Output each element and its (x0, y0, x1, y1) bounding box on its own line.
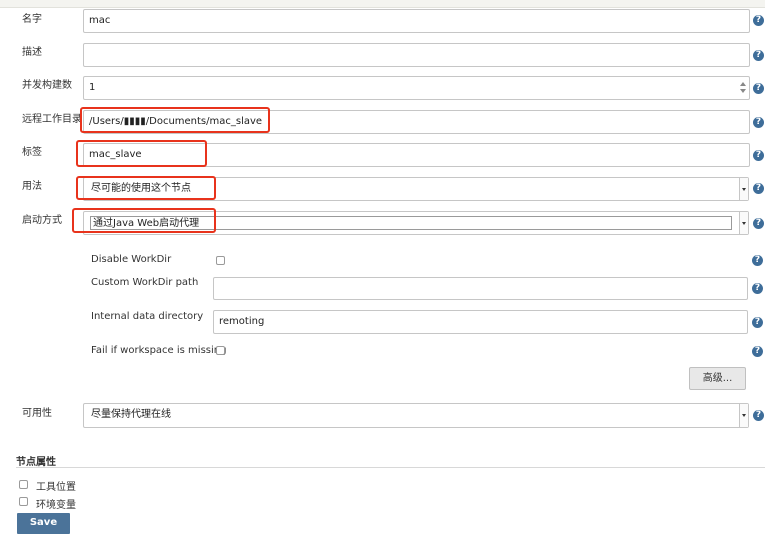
internal-dir-input[interactable]: remoting (213, 310, 748, 334)
description-input[interactable] (83, 43, 750, 67)
highlight-box-labels (76, 140, 207, 167)
chevron-down-icon (739, 404, 748, 427)
custom-workdir-input[interactable] (213, 277, 748, 300)
env-vars-label: 环境变量 (36, 500, 76, 511)
help-icon-custom-workdir[interactable]: ? (752, 283, 763, 294)
help-icon-name[interactable]: ? (753, 15, 764, 26)
help-icon-internal-dir[interactable]: ? (752, 317, 763, 328)
highlight-box-usage (76, 176, 216, 200)
description-label: 描述 (22, 47, 42, 58)
section-divider (16, 467, 765, 468)
executors-input[interactable]: 1 (83, 76, 750, 100)
launch-label: 启动方式 (22, 215, 62, 226)
advanced-button[interactable]: 高级... (689, 367, 746, 390)
availability-label: 可用性 (22, 408, 52, 419)
help-icon-availability[interactable]: ? (753, 410, 764, 421)
executors-label: 并发构建数 (22, 80, 72, 91)
disable-workdir-checkbox[interactable] (216, 256, 225, 265)
help-icon-launch[interactable]: ? (753, 218, 764, 229)
help-icon-executors[interactable]: ? (753, 83, 764, 94)
highlight-box-remote-root (80, 107, 270, 133)
help-icon-disable-workdir[interactable]: ? (752, 255, 763, 266)
labels-label: 标签 (22, 147, 42, 158)
fail-if-missing-label: Fail if workspace is missing (91, 345, 227, 356)
node-properties-title: 节点属性 (16, 457, 56, 468)
help-icon-description[interactable]: ? (753, 50, 764, 61)
custom-workdir-label: Custom WorkDir path (91, 277, 199, 288)
name-input[interactable]: mac (83, 9, 750, 33)
internal-dir-label: Internal data directory (91, 311, 204, 322)
help-icon-usage[interactable]: ? (753, 183, 764, 194)
name-label: 名字 (22, 14, 42, 25)
number-spinner-icon[interactable] (740, 82, 746, 94)
usage-label: 用法 (22, 181, 42, 192)
top-toolbar-edge (0, 0, 765, 8)
help-icon-remote-root[interactable]: ? (753, 117, 764, 128)
env-vars-checkbox[interactable] (19, 497, 28, 506)
tool-locations-checkbox[interactable] (19, 480, 28, 489)
availability-select[interactable]: 尽量保持代理在线 (83, 403, 749, 428)
save-button[interactable]: Save (17, 513, 70, 534)
chevron-down-icon (739, 212, 748, 234)
chevron-down-icon (739, 178, 748, 200)
fail-if-missing-checkbox[interactable] (216, 346, 225, 355)
help-icon-labels[interactable]: ? (753, 150, 764, 161)
highlight-box-launch (72, 208, 216, 233)
remote-root-label: 远程工作目录 (22, 114, 82, 125)
executors-value: 1 (89, 82, 96, 93)
availability-value: 尽量保持代理在线 (91, 409, 171, 420)
help-icon-fail-if-missing[interactable]: ? (752, 346, 763, 357)
tool-locations-label: 工具位置 (36, 482, 76, 493)
disable-workdir-label: Disable WorkDir (91, 254, 172, 265)
